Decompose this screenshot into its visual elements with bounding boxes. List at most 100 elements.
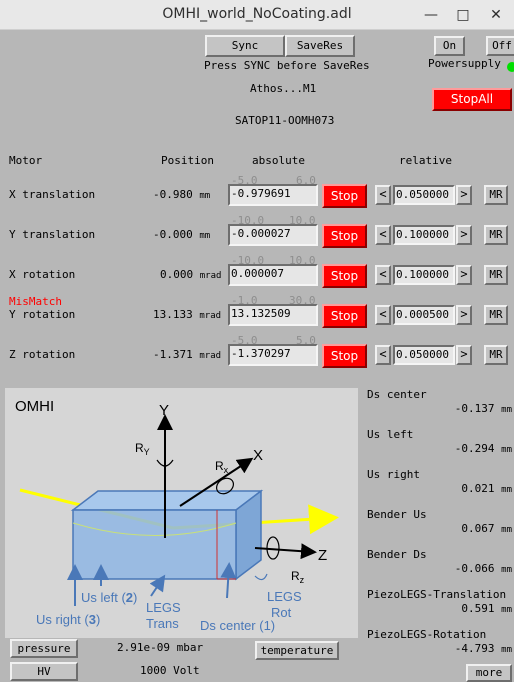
legs-rot-curl-icon [254, 573, 268, 581]
motor-position: 13.133 mrad [153, 308, 222, 321]
tweak-left-button[interactable]: < [375, 345, 391, 365]
x-axis-label: X [253, 447, 263, 464]
saveres-button[interactable]: SaveRes [285, 35, 355, 57]
relative-step-input[interactable]: 0.050000 [393, 185, 455, 205]
relative-step-input[interactable]: 0.050000 [393, 345, 455, 365]
motor-position: 0.000 mrad [160, 268, 222, 281]
readback-label: PiezoLEGS-Rotation [367, 628, 487, 641]
mirror-top-face [70, 490, 264, 511]
absolute-setpoint-input[interactable]: -0.000027 [228, 224, 318, 246]
header-absolute: absolute [252, 154, 305, 167]
header-motor: Motor [9, 154, 43, 167]
power-off-button[interactable]: Off [486, 36, 514, 56]
device-name: Athos...M1 [250, 82, 317, 95]
stop-button[interactable]: Stop [322, 304, 367, 328]
absolute-setpoint-input[interactable]: -0.979691 [228, 184, 318, 206]
absolute-setpoint-input[interactable]: -1.370297 [228, 344, 318, 366]
readback-label: PiezoLEGS-Translation [367, 588, 507, 601]
mismatch-label: MisMatch [9, 295, 62, 308]
absolute-setpoint-input[interactable]: 13.132509 [228, 304, 318, 326]
more-button[interactable]: more [466, 664, 512, 682]
rz-label: Rz [291, 569, 305, 585]
readback-value: 0.021 mm [461, 482, 512, 495]
pressure-button[interactable]: pressure [10, 639, 78, 658]
tweak-left-button[interactable]: < [375, 305, 391, 325]
readback-label: Us right [367, 468, 420, 481]
readback-label: Ds center [367, 388, 427, 401]
header-position: Position [161, 154, 214, 167]
mr-button[interactable]: MR [484, 305, 508, 325]
powersupply-label: Powersupply [428, 57, 501, 70]
stop-button[interactable]: Stop [322, 344, 367, 368]
legs-rot-label-line1: LEGS [267, 589, 302, 604]
motor-name: Y translation [9, 228, 96, 241]
readback-value: 0.067 mm [461, 522, 512, 535]
power-on-button[interactable]: On [434, 36, 465, 56]
sync-note: Press SYNC before SaveRes [204, 59, 370, 72]
motor-name: X rotation [9, 268, 76, 281]
relative-step-input[interactable]: 0.100000 [393, 265, 455, 285]
us-left-label: Us left (2) [81, 590, 137, 605]
mr-button[interactable]: MR [484, 345, 508, 365]
readback-label: Bender Us [367, 508, 427, 521]
ry-label: RY [135, 441, 150, 457]
motor-name: X translation [9, 188, 96, 201]
readback-value: -4.793 mm [454, 642, 512, 655]
hv-button[interactable]: HV [10, 662, 78, 681]
mr-button[interactable]: MR [484, 185, 508, 205]
tweak-right-button[interactable]: > [456, 185, 472, 205]
stop-button[interactable]: Stop [322, 224, 367, 248]
motor-name: Y rotation [9, 308, 76, 321]
legs-trans-pointer [149, 574, 166, 597]
z-axis-arrow [254, 543, 317, 560]
z-axis-label: Z [318, 547, 327, 564]
motor-name: Z rotation [9, 348, 76, 361]
mirror-diagram-graphic: OMHI Y X Z RY Rx Rz Us left (2) Us right… [15, 398, 339, 633]
hv-value: 1000 Volt [140, 664, 200, 677]
tweak-left-button[interactable]: < [375, 265, 391, 285]
motor-position: -0.980 mm [153, 188, 211, 201]
y-axis-label: Y [159, 402, 169, 419]
tweak-right-button[interactable]: > [456, 265, 472, 285]
tweak-right-button[interactable]: > [456, 305, 472, 325]
window-titlebar: OMHI_world_NoCoating.adl — □ ✕ [0, 0, 514, 30]
sync-button[interactable]: Sync [205, 35, 285, 57]
stopall-button[interactable]: StopAll [432, 88, 512, 111]
close-icon[interactable]: ✕ [485, 4, 507, 26]
omhi-geometry-diagram: OMHI Y X Z RY Rx Rz Us left (2) Us right… [5, 388, 358, 638]
rx-label: Rx [215, 459, 229, 475]
ds-center-label: Ds center (1) [200, 618, 275, 633]
pressure-value: 2.91e-09 mbar [117, 641, 204, 654]
us-right-label: Us right (3) [36, 612, 100, 627]
readback-value: -0.137 mm [454, 402, 512, 415]
absolute-setpoint-input[interactable]: 0.000007 [228, 264, 318, 286]
header-relative: relative [399, 154, 452, 167]
readback-value: -0.066 mm [454, 562, 512, 575]
readback-value: -0.294 mm [454, 442, 512, 455]
tweak-right-button[interactable]: > [456, 345, 472, 365]
legs-rot-label-line2: Rot [271, 605, 292, 620]
power-status-led [507, 62, 514, 72]
temperature-button[interactable]: temperature [255, 641, 339, 660]
readback-label: Bender Ds [367, 548, 427, 561]
tweak-left-button[interactable]: < [375, 225, 391, 245]
tweak-left-button[interactable]: < [375, 185, 391, 205]
stop-button[interactable]: Stop [322, 264, 367, 288]
mr-button[interactable]: MR [484, 225, 508, 245]
motor-position: -0.000 mm [153, 228, 211, 241]
maximize-icon[interactable]: □ [452, 4, 474, 26]
readback-label: Us left [367, 428, 414, 441]
motor-position: -1.371 mrad [153, 348, 222, 361]
pv-name: SATOP11-OOMH073 [235, 114, 335, 127]
stop-button[interactable]: Stop [322, 184, 367, 208]
mirror-front-face [72, 509, 237, 580]
minimize-icon[interactable]: — [420, 4, 442, 26]
tweak-right-button[interactable]: > [456, 225, 472, 245]
legs-trans-label-line1: LEGS [146, 600, 181, 615]
relative-step-input[interactable]: 0.100000 [393, 225, 455, 245]
relative-step-input[interactable]: 0.000500 [393, 305, 455, 325]
mr-button[interactable]: MR [484, 265, 508, 285]
legs-trans-label-line2: Trans [146, 616, 179, 631]
diagram-title: OMHI [15, 398, 54, 415]
readback-panel: Ds center -0.137 mm Us left -0.294 mm Us… [367, 388, 512, 656]
